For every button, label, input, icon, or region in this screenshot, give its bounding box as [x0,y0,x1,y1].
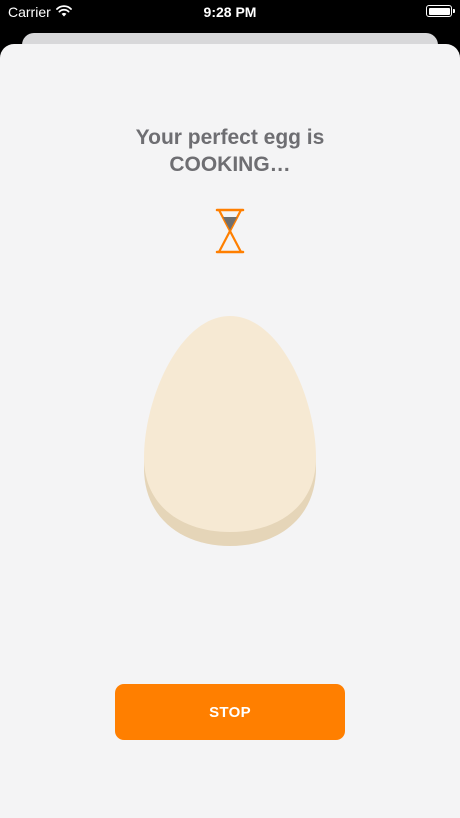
hourglass-icon [214,208,246,254]
battery-icon [426,5,455,17]
egg-illustration [140,312,320,552]
status-bar: Carrier 9:28 PM [0,0,460,26]
app-screen: Carrier 9:28 PM Your perfect egg is COOK… [0,0,460,818]
title-line-1: Your perfect egg is [135,126,325,149]
title-line-2: COOKING… [169,153,291,176]
battery-level [428,7,450,15]
page-title: Your perfect egg is COOKING… [0,124,460,178]
status-time: 9:28 PM [203,4,257,20]
stop-button[interactable]: STOP [115,684,345,740]
